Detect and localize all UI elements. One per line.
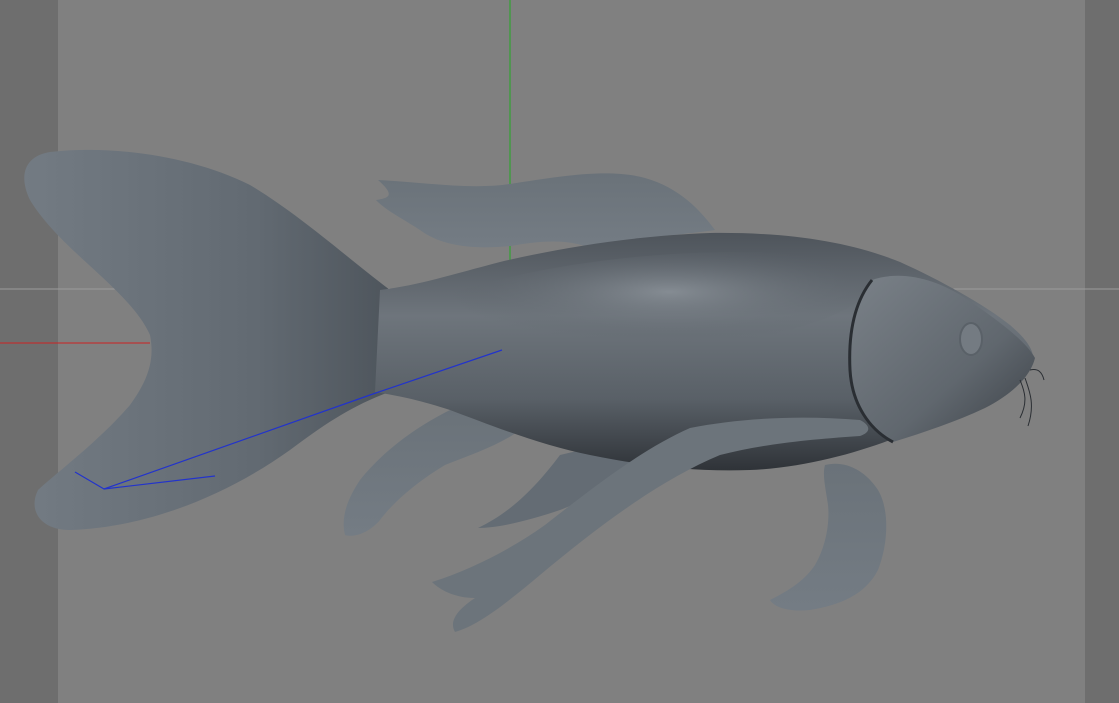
barbel-whisker-1 bbox=[1024, 377, 1032, 427]
fish-head[interactable] bbox=[849, 275, 1035, 442]
viewport-scene[interactable] bbox=[0, 0, 1119, 703]
anal-fin[interactable] bbox=[343, 408, 520, 536]
fish-eye[interactable] bbox=[959, 322, 983, 356]
3d-viewport[interactable] bbox=[0, 0, 1119, 703]
caudal-fin[interactable] bbox=[24, 149, 410, 531]
barbel-whisker-3 bbox=[1029, 369, 1045, 381]
barbel-whisker-2 bbox=[1019, 379, 1026, 419]
pectoral-fin[interactable] bbox=[770, 463, 887, 611]
